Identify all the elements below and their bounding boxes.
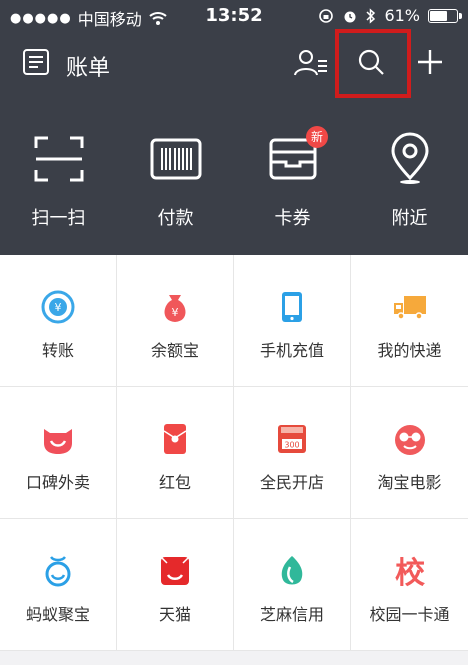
svg-text:校: 校 bbox=[395, 556, 425, 589]
svg-text:¥: ¥ bbox=[55, 301, 62, 314]
service-mobile-recharge[interactable]: 手机充值 bbox=[234, 255, 351, 387]
status-right: 61% bbox=[318, 6, 462, 25]
quick-action-label: 附近 bbox=[391, 208, 428, 229]
service-koubei-takeout[interactable]: 口碑外卖 bbox=[0, 387, 117, 519]
service-yuebao[interactable]: ¥ 余额宝 bbox=[117, 255, 234, 387]
quick-actions: 扫一扫 付款 卡券 附近 bbox=[0, 132, 468, 232]
status-bar: ●●●●● 中国移动 13:52 61% bbox=[0, 0, 468, 32]
svg-text:300: 300 bbox=[284, 441, 299, 450]
money-bag-icon: ¥ bbox=[164, 295, 186, 322]
service-label: 余额宝 bbox=[150, 341, 199, 360]
service-label: 我的快递 bbox=[377, 341, 442, 360]
quick-action-cards[interactable]: 卡券 bbox=[234, 132, 351, 232]
search-icon[interactable] bbox=[357, 48, 385, 76]
service-open-store[interactable]: 300 全民开店 bbox=[234, 387, 351, 519]
service-taobao-movie[interactable]: 淘宝电影 bbox=[351, 387, 468, 519]
service-my-express[interactable]: 我的快递 bbox=[351, 255, 468, 387]
ant-icon bbox=[45, 556, 71, 587]
barcode-icon bbox=[150, 138, 201, 180]
battery-percent: 61% bbox=[384, 6, 420, 25]
service-label: 天猫 bbox=[158, 605, 191, 624]
transfer-icon: ¥ bbox=[41, 290, 75, 324]
top-panel: ●●●●● 中国移动 13:52 61% 账单 扫一扫 付款 卡券 附近 新 bbox=[0, 0, 468, 255]
service-campus-card[interactable]: 校 校园一卡通 bbox=[351, 519, 468, 651]
services-grid: ¥ 转账 ¥ 余额宝 手机充值 我的快递 口碑外卖 红包 300 全民开店 淘宝… bbox=[0, 255, 468, 651]
service-label: 转账 bbox=[41, 341, 74, 360]
service-tmall[interactable]: 天猫 bbox=[117, 519, 234, 651]
battery-icon bbox=[428, 8, 462, 23]
bluetooth-icon bbox=[366, 7, 376, 24]
service-label: 芝麻信用 bbox=[259, 605, 324, 624]
service-transfer[interactable]: ¥ 转账 bbox=[0, 255, 117, 387]
svg-text:¥: ¥ bbox=[172, 306, 179, 319]
service-label: 校园一卡通 bbox=[369, 605, 450, 624]
red-packet-icon bbox=[163, 424, 187, 454]
service-ant-fortune[interactable]: 蚂蚁聚宝 bbox=[0, 519, 117, 651]
bottom-spacer bbox=[0, 651, 468, 665]
contacts-icon[interactable] bbox=[294, 48, 328, 78]
service-label: 红包 bbox=[158, 473, 191, 492]
service-label: 手机充值 bbox=[259, 341, 324, 360]
quick-action-label: 扫一扫 bbox=[31, 208, 86, 229]
alarm-icon bbox=[344, 11, 356, 22]
quick-action-label: 付款 bbox=[157, 208, 194, 229]
bill-title[interactable]: 账单 bbox=[66, 50, 110, 82]
rotation-lock-icon bbox=[319, 8, 334, 23]
quick-action-pay[interactable]: 付款 bbox=[117, 132, 234, 232]
service-red-packet[interactable]: 红包 bbox=[117, 387, 234, 519]
tmall-icon bbox=[160, 556, 190, 585]
service-label: 淘宝电影 bbox=[377, 473, 442, 492]
sesame-icon bbox=[281, 556, 303, 585]
service-sesame-credit[interactable]: 芝麻信用 bbox=[234, 519, 351, 651]
location-pin-icon bbox=[390, 132, 429, 184]
scan-icon bbox=[34, 136, 83, 182]
quick-action-scan[interactable]: 扫一扫 bbox=[0, 132, 117, 232]
new-badge: 新 bbox=[306, 126, 328, 148]
phone-icon bbox=[282, 292, 302, 322]
bill-icon[interactable] bbox=[22, 48, 50, 76]
quick-action-label: 卡券 bbox=[274, 208, 311, 229]
plus-icon[interactable] bbox=[416, 48, 444, 76]
smile-icon bbox=[44, 429, 72, 454]
service-label: 全民开店 bbox=[259, 473, 324, 492]
quick-action-nearby[interactable]: 附近 bbox=[351, 132, 468, 232]
service-label: 口碑外卖 bbox=[25, 473, 90, 492]
campus-icon: 校 bbox=[395, 556, 425, 589]
movie-face-icon bbox=[394, 425, 425, 455]
store-icon: 300 bbox=[278, 425, 306, 453]
truck-icon bbox=[393, 296, 426, 320]
service-label: 蚂蚁聚宝 bbox=[25, 605, 90, 624]
